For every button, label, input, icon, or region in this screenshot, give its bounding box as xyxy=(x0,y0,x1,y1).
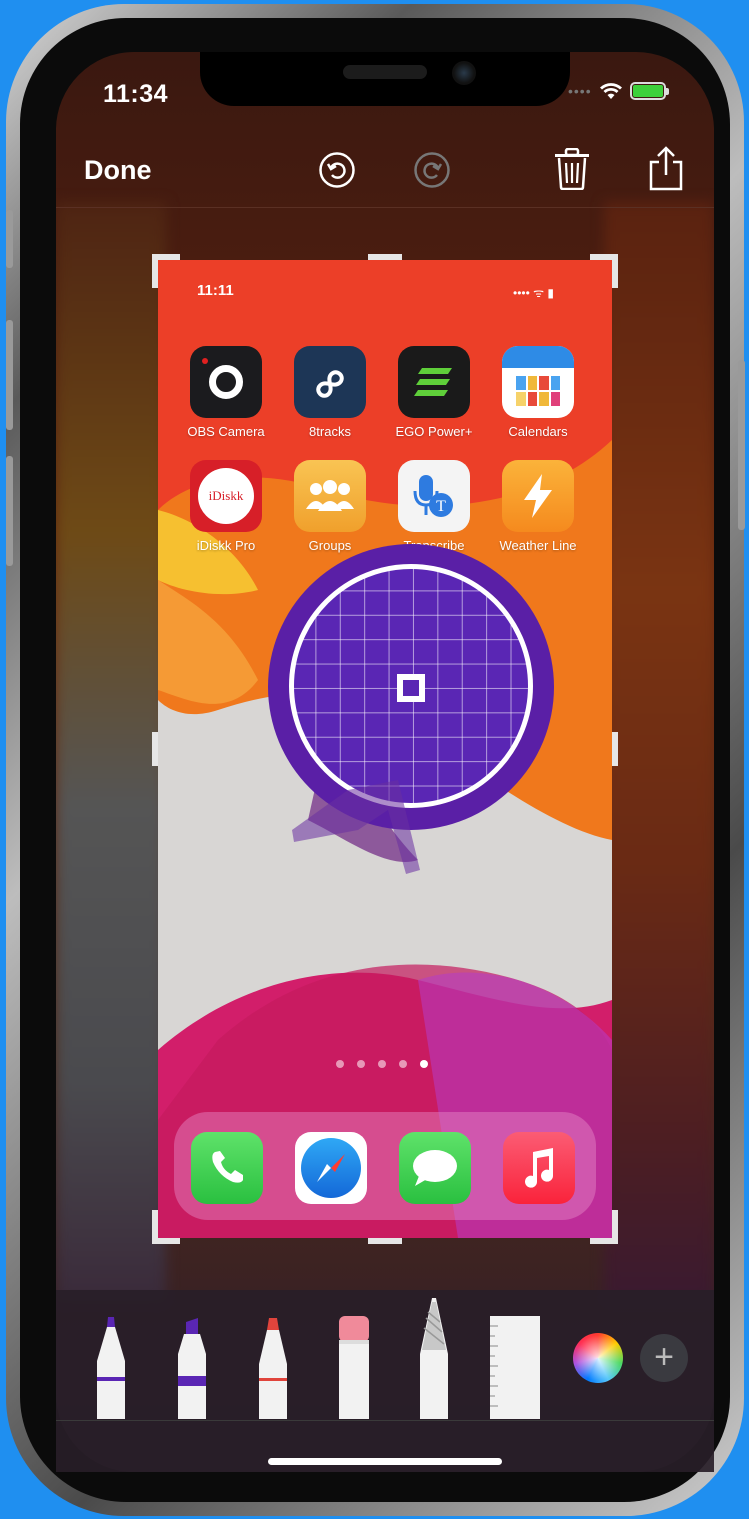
page-dot xyxy=(399,1060,407,1068)
page-dot xyxy=(336,1060,344,1068)
app-8tracks[interactable]: 8tracks xyxy=(280,346,380,439)
crop-handle-left[interactable] xyxy=(152,732,158,766)
undo-button[interactable] xyxy=(317,150,357,190)
music-icon[interactable] xyxy=(503,1132,575,1204)
magnifier-center-marker xyxy=(397,674,425,702)
crop-handle-bottom-right-v[interactable] xyxy=(612,1210,618,1244)
speaker-grille xyxy=(343,65,427,79)
app-label: EGO Power+ xyxy=(395,424,473,439)
svg-text:T: T xyxy=(436,498,446,515)
status-time: 11:34 xyxy=(103,80,169,108)
ruler-tool[interactable] xyxy=(490,1316,540,1424)
add-button[interactable]: + xyxy=(640,1334,688,1382)
app-ego-power[interactable]: EGO Power+ xyxy=(384,346,484,439)
lasso-tool[interactable] xyxy=(418,1298,450,1424)
page-dot-active xyxy=(420,1060,428,1068)
front-camera xyxy=(452,61,476,85)
mini-status-icons: •••• ᯤ ▮ xyxy=(513,286,555,300)
pen-tool[interactable] xyxy=(95,1315,127,1424)
weather-line-icon xyxy=(502,460,574,532)
app-obs-camera[interactable]: OBS Camera xyxy=(176,346,276,439)
done-button[interactable]: Done xyxy=(84,155,152,186)
calendars-icon xyxy=(502,346,574,418)
color-picker-icon[interactable] xyxy=(573,1333,623,1383)
app-label: 8tracks xyxy=(309,424,351,439)
idiskk-icon-text: iDiskk xyxy=(208,488,244,503)
app-idiskk-pro[interactable]: iDiskk iDiskk Pro xyxy=(176,460,276,553)
page-dot xyxy=(357,1060,365,1068)
eraser-icon xyxy=(339,1316,369,1419)
lasso-icon xyxy=(420,1298,448,1419)
idiskk-icon: iDiskk xyxy=(190,460,262,532)
app-label: Weather Line xyxy=(499,538,577,553)
share-button[interactable] xyxy=(646,144,686,192)
crop-handle-top[interactable] xyxy=(368,254,402,260)
volume-up-button xyxy=(6,320,13,430)
app-transcribe[interactable]: T Transcribe xyxy=(384,460,484,553)
battery-charging-icon xyxy=(629,82,669,100)
undo-icon xyxy=(319,152,355,188)
eraser-tool[interactable] xyxy=(338,1316,370,1424)
groups-icon xyxy=(294,460,366,532)
marker-icon xyxy=(178,1318,206,1419)
crop-handle-bottom-left-v[interactable] xyxy=(152,1210,158,1244)
markup-toolbar xyxy=(56,1290,714,1472)
dock xyxy=(174,1112,596,1220)
crop-handle-right[interactable] xyxy=(612,732,618,766)
redo-icon xyxy=(414,152,450,188)
signal-dots-icon: •••• xyxy=(568,83,592,99)
page-dot xyxy=(378,1060,386,1068)
phone-icon[interactable] xyxy=(191,1132,263,1204)
share-icon xyxy=(649,146,683,191)
delete-button[interactable] xyxy=(552,146,592,192)
toolbar-divider xyxy=(56,207,714,208)
pencil-tool[interactable] xyxy=(257,1316,289,1424)
status-icons: •••• xyxy=(568,82,669,100)
wifi-icon xyxy=(599,83,622,99)
toolbar-bottom-divider xyxy=(56,1420,714,1421)
transcribe-icon: T xyxy=(398,460,470,532)
safari-icon[interactable] xyxy=(295,1132,367,1204)
app-groups[interactable]: Groups xyxy=(280,460,380,553)
crop-handle-bottom[interactable] xyxy=(368,1238,402,1244)
crop-handle-top-right-v[interactable] xyxy=(612,254,618,288)
mini-status-time: 11:11 xyxy=(197,282,234,299)
app-label: OBS Camera xyxy=(187,424,265,439)
pencil-icon xyxy=(259,1318,287,1419)
loupe-shadow-shape xyxy=(292,780,420,874)
app-label: iDiskk Pro xyxy=(196,538,256,553)
notch xyxy=(200,52,570,106)
app-label: Calendars xyxy=(508,424,568,439)
8tracks-icon xyxy=(294,346,366,418)
app-weather-line[interactable]: Weather Line xyxy=(488,460,588,553)
redo-button[interactable] xyxy=(412,150,452,190)
power-button xyxy=(738,360,745,530)
messages-icon[interactable] xyxy=(399,1132,471,1204)
volume-down-button xyxy=(6,456,13,566)
trash-icon xyxy=(555,148,589,190)
ruler-icon xyxy=(490,1316,540,1419)
home-indicator[interactable] xyxy=(268,1458,502,1465)
page-indicator xyxy=(336,1060,428,1068)
ego-power-icon xyxy=(398,346,470,418)
crop-handle-top-left-v[interactable] xyxy=(152,254,158,288)
silent-switch xyxy=(6,210,13,268)
marker-tool[interactable] xyxy=(176,1318,208,1424)
app-calendars[interactable]: Calendars xyxy=(488,346,588,439)
obs-camera-icon xyxy=(190,346,262,418)
pen-icon xyxy=(97,1317,125,1419)
